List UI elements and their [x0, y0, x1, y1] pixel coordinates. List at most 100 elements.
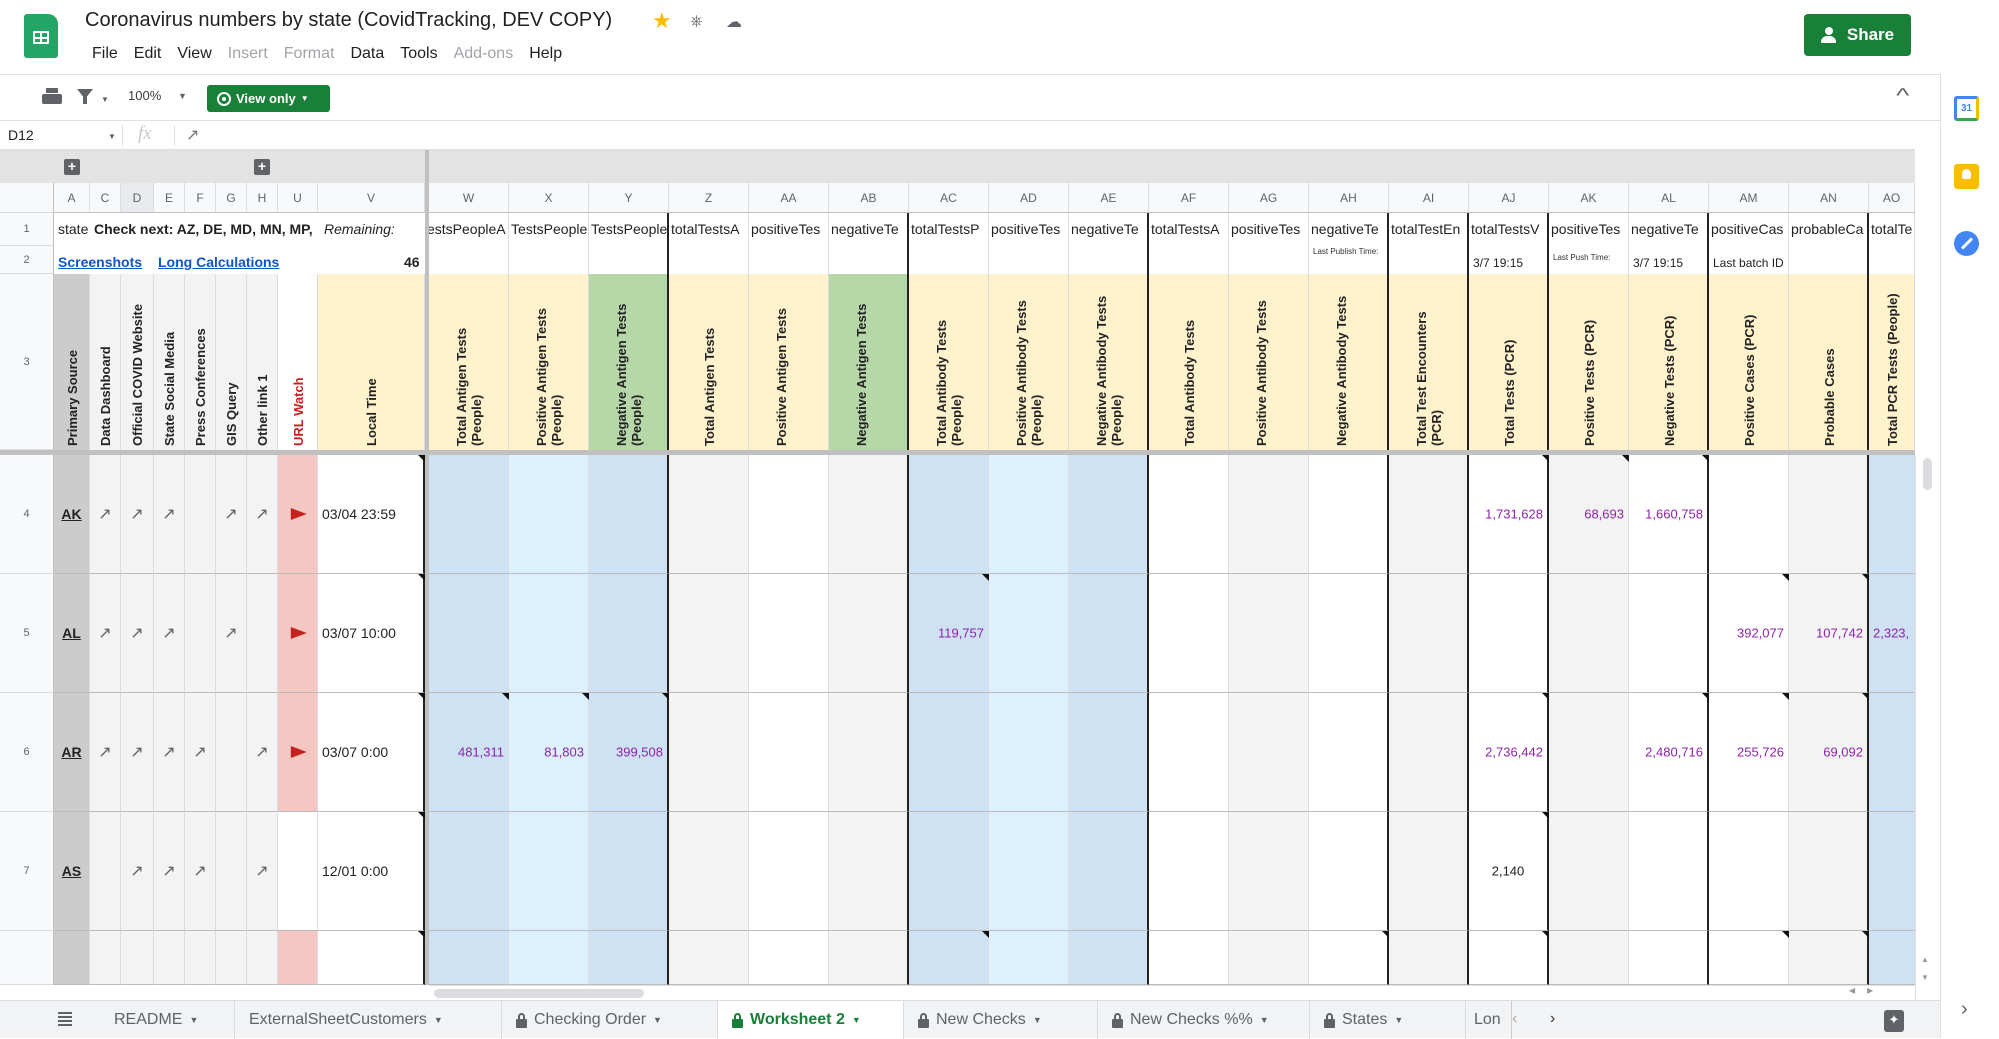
- column-header-af[interactable]: AF: [1149, 183, 1229, 213]
- cell-u[interactable]: [278, 455, 318, 574]
- tab-menu-caret-icon[interactable]: ▼: [1260, 1015, 1269, 1025]
- comment-indicator-icon[interactable]: [1862, 931, 1869, 938]
- column-header-ao[interactable]: AO: [1869, 183, 1915, 213]
- column-header-u[interactable]: U: [278, 183, 318, 213]
- cell-ai[interactable]: [1389, 931, 1469, 985]
- cell-w[interactable]: 481,311: [429, 693, 509, 812]
- row-header[interactable]: 2: [0, 246, 54, 274]
- collapse-menus-chevron-up-icon[interactable]: ^: [1896, 85, 1909, 108]
- cell-c[interactable]: [90, 931, 121, 985]
- cell-x[interactable]: 81,803: [509, 693, 589, 812]
- column-title-v[interactable]: Local Time: [318, 274, 425, 450]
- cell-v[interactable]: 03/07 0:00: [318, 693, 425, 812]
- cell-g[interactable]: [216, 693, 247, 812]
- expand-side-panel-chevron-icon[interactable]: ›: [1961, 998, 1968, 1021]
- cell-y[interactable]: [589, 812, 669, 931]
- sheet-tab-states[interactable]: States ▼: [1310, 1001, 1466, 1039]
- open-link-arrow-icon[interactable]: ↗: [130, 742, 143, 762]
- tab-scroll-right-icon[interactable]: ›: [1550, 1010, 1555, 1028]
- sheet-tab-checking-order[interactable]: Checking Order ▼: [502, 1001, 718, 1039]
- column-header-f[interactable]: F: [185, 183, 216, 213]
- cell-e[interactable]: ↗: [154, 812, 185, 931]
- open-link-arrow-icon[interactable]: ↗: [255, 504, 268, 524]
- column-header-am[interactable]: AM: [1709, 183, 1789, 213]
- cell-row1-ad[interactable]: positiveTes: [989, 213, 1069, 246]
- cell-am[interactable]: [1709, 455, 1789, 574]
- cell-row1-an[interactable]: probableCa: [1789, 213, 1869, 246]
- cell-ah[interactable]: [1309, 455, 1389, 574]
- scroll-right-arrow-icon[interactable]: ▶: [1867, 986, 1873, 995]
- comment-indicator-icon[interactable]: [1382, 931, 1389, 938]
- column-title-aj[interactable]: Total Tests (PCR): [1469, 274, 1549, 450]
- view-only-button[interactable]: View only ▼: [207, 85, 330, 112]
- cell-ac[interactable]: 119,757: [909, 574, 989, 693]
- column-title-e[interactable]: State Social Media: [154, 274, 185, 450]
- cell-an[interactable]: [1789, 455, 1869, 574]
- comment-indicator-icon[interactable]: [1782, 693, 1789, 700]
- comment-indicator-icon[interactable]: [1862, 574, 1869, 581]
- cell-e[interactable]: ↗: [154, 574, 185, 693]
- cell-ab[interactable]: [829, 574, 909, 693]
- cell-row1-ag[interactable]: positiveTes: [1229, 213, 1309, 246]
- cell-ae[interactable]: [1069, 455, 1149, 574]
- cell-ac[interactable]: [909, 693, 989, 812]
- column-header-g[interactable]: G: [216, 183, 247, 213]
- cell-f[interactable]: [185, 931, 216, 985]
- long-calculations-link[interactable]: Long Calculations: [158, 254, 279, 270]
- menu-add-ons[interactable]: Add-ons: [446, 44, 522, 64]
- column-title-ac[interactable]: Total Antibody Tests (People): [909, 274, 989, 450]
- tab-menu-caret-icon[interactable]: ▼: [1033, 1015, 1042, 1025]
- share-button[interactable]: Share: [1804, 14, 1911, 56]
- cell-row2-ao[interactable]: [1869, 246, 1915, 274]
- horizontal-scroll-thumb[interactable]: [434, 989, 644, 998]
- menu-view[interactable]: View: [169, 44, 219, 64]
- cell-aj[interactable]: 2,140: [1469, 812, 1549, 931]
- cell-z[interactable]: [669, 812, 749, 931]
- row-header[interactable]: 1: [0, 213, 54, 246]
- column-title-h[interactable]: Other link 1: [247, 274, 278, 450]
- cell-d[interactable]: ↗: [121, 693, 154, 812]
- cell-w[interactable]: [429, 455, 509, 574]
- cell-ao[interactable]: [1869, 931, 1915, 985]
- cell-aj[interactable]: [1469, 574, 1549, 693]
- cell-row2-ad[interactable]: [989, 246, 1069, 274]
- cell-row1-ah[interactable]: negativeTe: [1309, 213, 1389, 246]
- cell-ah[interactable]: [1309, 693, 1389, 812]
- column-header-ag[interactable]: AG: [1229, 183, 1309, 213]
- cell-u[interactable]: [278, 574, 318, 693]
- cell-c[interactable]: ↗: [90, 693, 121, 812]
- cell-ah[interactable]: [1309, 812, 1389, 931]
- comment-indicator-icon[interactable]: [662, 693, 669, 700]
- comment-indicator-icon[interactable]: [418, 693, 425, 700]
- column-header-ad[interactable]: AD: [989, 183, 1069, 213]
- cell-ag[interactable]: [1229, 455, 1309, 574]
- cell-al[interactable]: [1629, 574, 1709, 693]
- cell-row2-an[interactable]: [1789, 246, 1869, 274]
- tab-menu-caret-icon[interactable]: ▼: [1394, 1015, 1403, 1025]
- zoom-caret-icon[interactable]: ▼: [178, 91, 187, 101]
- cell-aj[interactable]: 1,731,628: [1469, 455, 1549, 574]
- cell-a[interactable]: AL: [54, 574, 90, 693]
- cell-ad[interactable]: [989, 931, 1069, 985]
- cell-v[interactable]: 03/07 10:00: [318, 574, 425, 693]
- cell-ae[interactable]: [1069, 812, 1149, 931]
- expand-group-plus-icon[interactable]: +: [64, 159, 80, 175]
- cell-ab[interactable]: [829, 931, 909, 985]
- select-all-corner[interactable]: [0, 183, 54, 213]
- cell-ah[interactable]: [1309, 574, 1389, 693]
- cell-row2-z[interactable]: [669, 246, 749, 274]
- cell-c[interactable]: [90, 812, 121, 931]
- column-title-y[interactable]: Negative Antigen Tests (People): [589, 274, 669, 450]
- cell-row1-ac[interactable]: totalTestsP: [909, 213, 989, 246]
- comment-indicator-icon[interactable]: [1702, 455, 1709, 462]
- column-title-d[interactable]: Official COVID Website: [121, 274, 154, 450]
- formula-input[interactable]: ↗: [186, 125, 199, 145]
- cell-row2-af[interactable]: [1149, 246, 1229, 274]
- cell-row2-aa[interactable]: [749, 246, 829, 274]
- cell-row2-ag[interactable]: [1229, 246, 1309, 274]
- cell-h[interactable]: ↗: [247, 812, 278, 931]
- row-header[interactable]: 6: [0, 693, 54, 812]
- column-header-e[interactable]: E: [154, 183, 185, 213]
- cell-h[interactable]: [247, 574, 278, 693]
- cell-an[interactable]: [1789, 931, 1869, 985]
